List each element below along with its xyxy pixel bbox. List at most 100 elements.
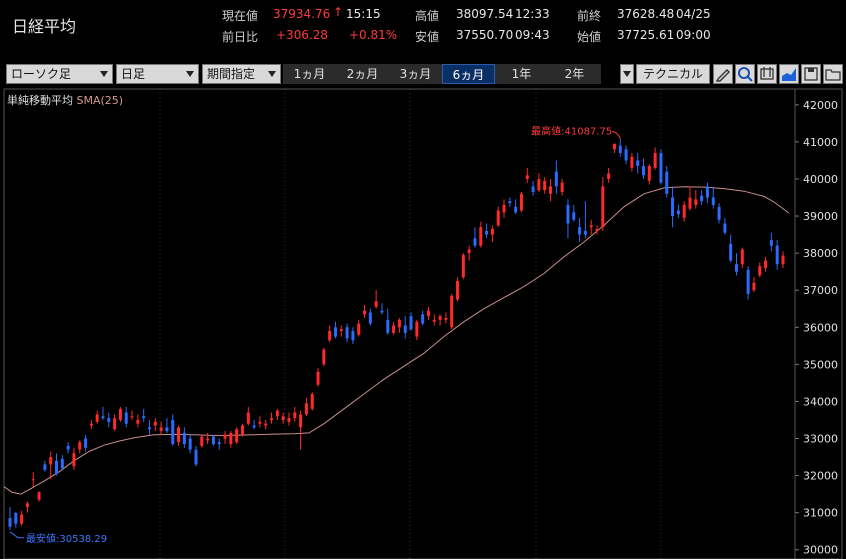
candle-body (752, 282, 756, 291)
tab-2-months[interactable]: 2ヵ月 (336, 64, 389, 84)
draw-tool-button[interactable] (713, 64, 733, 84)
candle-body (630, 156, 634, 168)
candle (345, 323, 349, 343)
candle (380, 303, 384, 315)
candle-body (642, 166, 646, 176)
tab-1-month[interactable]: 1ヵ月 (283, 64, 336, 84)
y-tick-label: 40000 (803, 173, 838, 186)
y-tick-label: 39000 (803, 210, 838, 223)
candle (49, 451, 53, 480)
technical-dropdown-button[interactable] (620, 64, 634, 84)
candle-body (607, 173, 611, 179)
candle (124, 406, 128, 428)
candle-body (612, 143, 616, 150)
candle-body (694, 199, 698, 205)
candle (60, 455, 64, 471)
candle (735, 253, 739, 276)
candle (711, 186, 715, 209)
candle-body (165, 427, 169, 432)
candle (281, 412, 285, 424)
candle (211, 434, 215, 446)
candle (560, 178, 564, 196)
candle (165, 418, 169, 433)
candle-body (636, 160, 640, 167)
candle-body (368, 312, 372, 324)
candle-body (578, 227, 582, 235)
candle (368, 308, 372, 326)
candle (322, 347, 326, 367)
export-button[interactable] (757, 64, 777, 84)
candle (14, 511, 18, 528)
y-tick-label: 36000 (803, 321, 838, 334)
candle-body (380, 310, 384, 313)
candle (304, 397, 308, 417)
candle (328, 325, 332, 343)
tab-3-months[interactable]: 3ヵ月 (389, 64, 442, 84)
candle (764, 256, 768, 272)
candle-body (66, 445, 70, 450)
candle (200, 434, 204, 448)
candle-body (461, 254, 465, 278)
candle (397, 318, 401, 333)
candle-body (49, 457, 53, 465)
candle (758, 262, 762, 278)
candle (624, 145, 628, 165)
tab-1-year[interactable]: 1年 (495, 64, 548, 84)
range-mode-select[interactable]: 期間指定 (202, 64, 281, 84)
open-folder-button[interactable] (823, 64, 843, 84)
candle-body (415, 321, 419, 337)
candle-body (711, 197, 715, 205)
candle (775, 240, 779, 270)
candle-body (351, 330, 355, 341)
candle-body (746, 269, 750, 294)
candle-body (200, 436, 204, 446)
candle-body (589, 225, 593, 228)
y-tick-label: 38000 (803, 247, 838, 260)
candle-body (688, 197, 692, 209)
candle-body (549, 186, 553, 194)
candle-body (54, 460, 58, 474)
candle-body (363, 310, 367, 315)
candle (426, 306, 430, 320)
candle-body (43, 464, 47, 471)
candle-body (304, 403, 308, 415)
candle (223, 431, 227, 445)
candle-body (293, 412, 297, 419)
candle-body (14, 513, 18, 524)
chevron-down-icon (623, 71, 631, 77)
candle-body (25, 503, 29, 508)
candle-body (235, 429, 239, 443)
candle (496, 206, 500, 228)
candle-body (432, 319, 436, 322)
tab-2-years[interactable]: 2年 (548, 64, 601, 84)
candle-body (717, 206, 721, 220)
zoom-button[interactable] (735, 64, 755, 84)
candle (473, 227, 477, 248)
candle-body (595, 229, 599, 231)
low-label: 安値 (415, 30, 440, 44)
change-value: +306.28 (276, 28, 329, 42)
candle-body (519, 193, 523, 211)
tab-6-months[interactable]: 6ヵ月 (442, 64, 495, 84)
candle (351, 327, 355, 344)
candle-body (159, 427, 163, 432)
candle (461, 253, 465, 280)
candle-body (84, 438, 88, 448)
candle (153, 418, 157, 432)
candle (194, 445, 198, 467)
area-chart-icon (782, 68, 796, 81)
area-chart-button[interactable] (779, 64, 799, 84)
up-arrow-icon: ↑ (333, 5, 344, 19)
candle-body (252, 425, 256, 428)
candle-body (177, 427, 181, 443)
save-button[interactable] (801, 64, 821, 84)
candlestick-chart[interactable]: 42000 41000 40000 39000 38000 37000 36000 35000… (0, 88, 846, 559)
candle-body (275, 410, 279, 417)
candle (583, 201, 587, 239)
chart-type-select[interactable]: ローソク足 (6, 64, 113, 84)
interval-select[interactable]: 日足 (116, 64, 199, 84)
candle (746, 266, 750, 300)
prev-close-label: 前終 (577, 9, 602, 23)
candle-body (397, 319, 401, 328)
technical-button[interactable]: テクニカル (636, 64, 710, 84)
